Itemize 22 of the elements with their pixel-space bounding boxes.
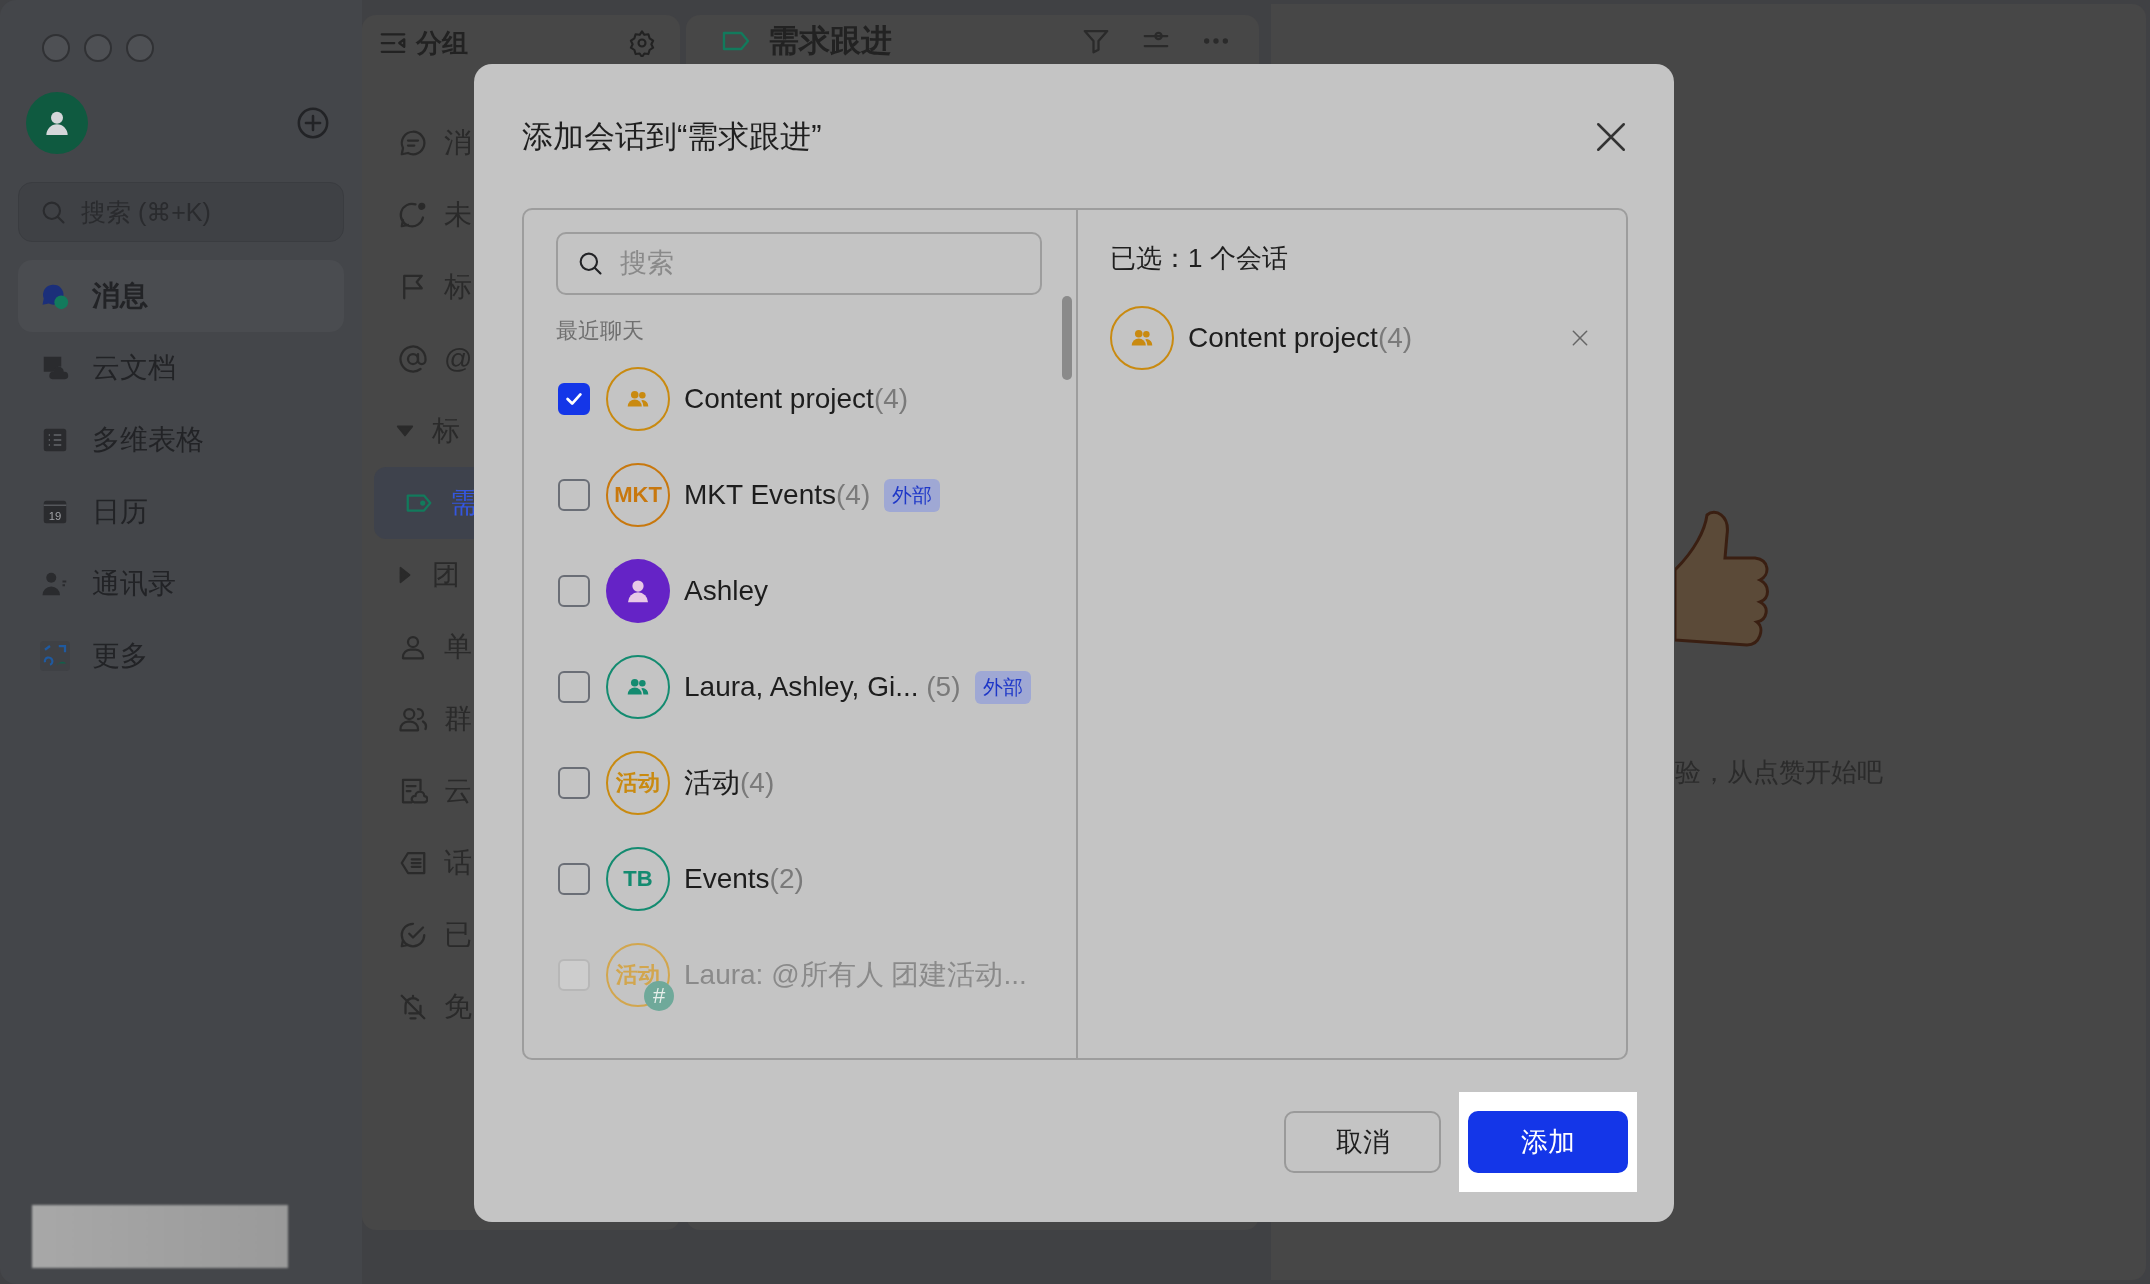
- section-label: 最近聊天: [556, 317, 645, 345]
- member-count: (5): [925, 671, 961, 703]
- chat-name: Ashley: [684, 575, 769, 607]
- chat-name: Events: [684, 863, 770, 895]
- avatar-initials: TB: [606, 847, 670, 911]
- dialog-title: 添加会话到“需求跟进”: [522, 118, 822, 156]
- avatar-initials: MKT: [606, 463, 670, 527]
- chat-name: Content project: [1188, 322, 1378, 354]
- chat-name: Content project: [684, 383, 874, 415]
- member-count: (4): [873, 383, 909, 415]
- chat-name: Laura: @所有人 团建活动...: [684, 958, 1027, 992]
- member-count: (4): [740, 767, 775, 799]
- avatar-initials: 活动: [606, 751, 670, 815]
- selected-count-label: 已选：1 个会话: [1110, 242, 1289, 275]
- member-count: (2): [769, 863, 804, 895]
- external-tag: 外部: [884, 478, 941, 512]
- member-count: (4): [836, 479, 871, 511]
- external-tag: 外部: [974, 670, 1031, 704]
- member-count: (4): [1377, 322, 1413, 354]
- chat-name: 活动: [684, 766, 740, 800]
- chat-name: MKT Events: [684, 479, 836, 511]
- chat-name: Laura, Ashley, Gi...: [684, 671, 919, 703]
